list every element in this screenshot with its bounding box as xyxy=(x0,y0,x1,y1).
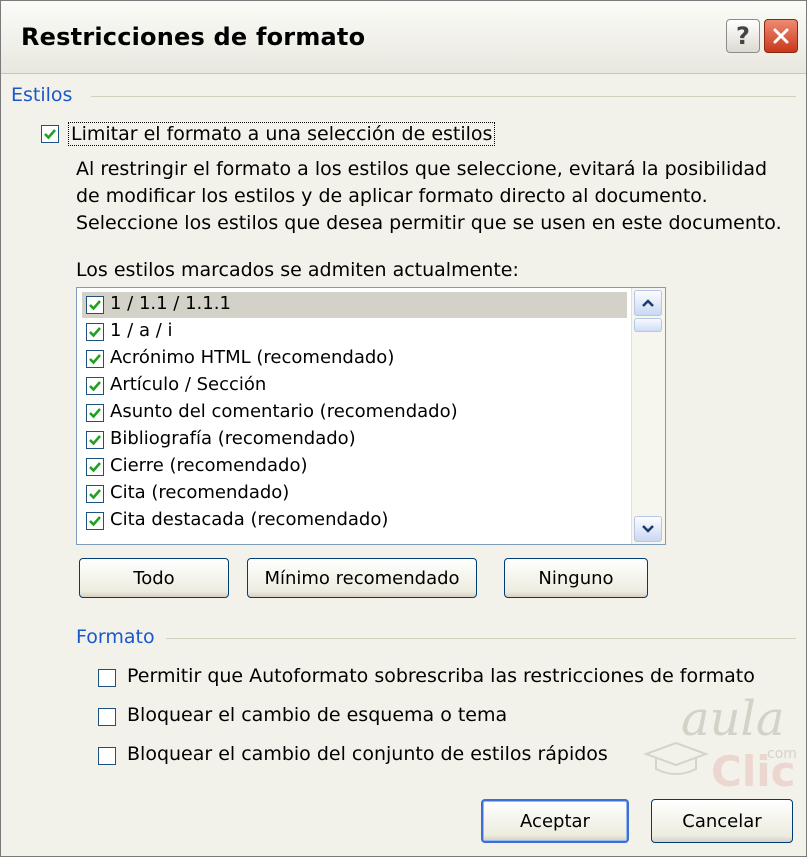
bloquear-esquema-checkbox[interactable] xyxy=(98,708,116,726)
chevron-down-icon xyxy=(642,525,654,533)
aulaclic-watermark: aula Clic com xyxy=(641,691,801,801)
formato-group-label: Formato xyxy=(76,626,155,648)
list-item[interactable]: Cita destacada (recomendado) xyxy=(82,508,627,534)
list-item-label: 1 / a / i xyxy=(110,320,173,341)
list-item-checkbox[interactable] xyxy=(86,350,104,368)
restricciones-dialog: Restricciones de formato ? Estilos Limit… xyxy=(0,0,807,857)
aceptar-button[interactable]: Aceptar xyxy=(481,799,629,843)
list-item[interactable]: Bibliografía (recomendado) xyxy=(82,427,627,453)
estilos-group-label: Estilos xyxy=(11,84,73,106)
list-item-checkbox[interactable] xyxy=(86,512,104,530)
check-icon xyxy=(89,489,101,500)
close-button[interactable] xyxy=(764,19,798,53)
check-icon xyxy=(89,327,101,338)
limit-styles-label[interactable]: Limitar el formato a una selección de es… xyxy=(68,122,496,146)
ninguno-button[interactable]: Ninguno xyxy=(504,558,648,598)
help-icon: ? xyxy=(736,22,750,50)
help-button[interactable]: ? xyxy=(726,19,760,53)
check-icon xyxy=(89,435,101,446)
title-bar[interactable]: Restricciones de formato ? xyxy=(1,1,806,74)
check-icon xyxy=(89,381,101,392)
limit-styles-label-text: Limitar el formato a una selección de es… xyxy=(71,123,493,145)
watermark-suffix: com xyxy=(767,746,797,762)
estilos-divider xyxy=(91,96,796,97)
close-icon xyxy=(773,28,789,44)
list-item-checkbox[interactable] xyxy=(86,323,104,341)
list-item-label: Acrónimo HTML (recomendado) xyxy=(110,347,395,368)
limit-styles-checkbox[interactable] xyxy=(41,125,59,143)
list-item[interactable]: 1 / 1.1 / 1.1.1 xyxy=(82,292,627,318)
list-item[interactable]: Cierre (recomendado) xyxy=(82,454,627,480)
scroll-thumb[interactable] xyxy=(634,318,662,332)
autoformato-label[interactable]: Permitir que Autoformato sobrescriba las… xyxy=(127,665,755,687)
list-item[interactable]: 1 / a / i xyxy=(82,319,627,345)
bloquear-esquema-label[interactable]: Bloquear el cambio de esquema o tema xyxy=(127,704,507,726)
scroll-up-button[interactable] xyxy=(634,290,662,316)
check-icon xyxy=(89,516,101,527)
list-item-label: Asunto del comentario (recomendado) xyxy=(110,401,458,422)
list-item-label: Cierre (recomendado) xyxy=(110,455,308,476)
list-item-label: Bibliografía (recomendado) xyxy=(110,428,356,449)
list-item[interactable]: Acrónimo HTML (recomendado) xyxy=(82,346,627,372)
styles-listbox[interactable]: 1 / 1.1 / 1.1.1 1 / a / i Acrónimo HTML … xyxy=(76,287,666,545)
list-item-label: 1 / 1.1 / 1.1.1 xyxy=(110,293,231,314)
list-item-checkbox[interactable] xyxy=(86,296,104,314)
chevron-up-icon xyxy=(642,299,654,307)
todo-button[interactable]: Todo xyxy=(79,558,229,598)
watermark-aula: aula xyxy=(681,691,785,747)
autoformato-checkbox[interactable] xyxy=(98,669,116,687)
list-item-checkbox[interactable] xyxy=(86,485,104,503)
check-icon xyxy=(89,408,101,419)
list-item-label: Cita destacada (recomendado) xyxy=(110,509,389,530)
list-item-label: Artículo / Sección xyxy=(110,374,267,395)
styles-list-label: Los estilos marcados se admiten actualme… xyxy=(76,259,519,281)
dialog-title: Restricciones de formato xyxy=(21,23,366,51)
list-item[interactable]: Cita (recomendado) xyxy=(82,481,627,507)
bloquear-estilos-rapidos-label[interactable]: Bloquear el cambio del conjunto de estil… xyxy=(127,743,608,765)
restriction-description: Al restringir el formato a los estilos q… xyxy=(76,158,782,234)
check-icon xyxy=(89,354,101,365)
styles-list-scrollbar[interactable] xyxy=(631,288,665,544)
list-item[interactable]: Artículo / Sección xyxy=(82,373,627,399)
scroll-down-button[interactable] xyxy=(634,516,662,542)
check-icon xyxy=(89,462,101,473)
bloquear-estilos-rapidos-checkbox[interactable] xyxy=(98,747,116,765)
formato-divider xyxy=(166,638,796,639)
list-item-checkbox[interactable] xyxy=(86,431,104,449)
list-item[interactable]: Asunto del comentario (recomendado) xyxy=(82,400,627,426)
list-item-checkbox[interactable] xyxy=(86,377,104,395)
cancelar-button[interactable]: Cancelar xyxy=(651,799,793,843)
check-icon xyxy=(89,300,101,311)
minimo-recomendado-button[interactable]: Mínimo recomendado xyxy=(247,558,477,598)
list-item-checkbox[interactable] xyxy=(86,458,104,476)
list-item-label: Cita (recomendado) xyxy=(110,482,290,503)
check-icon xyxy=(44,129,56,140)
list-item-checkbox[interactable] xyxy=(86,404,104,422)
